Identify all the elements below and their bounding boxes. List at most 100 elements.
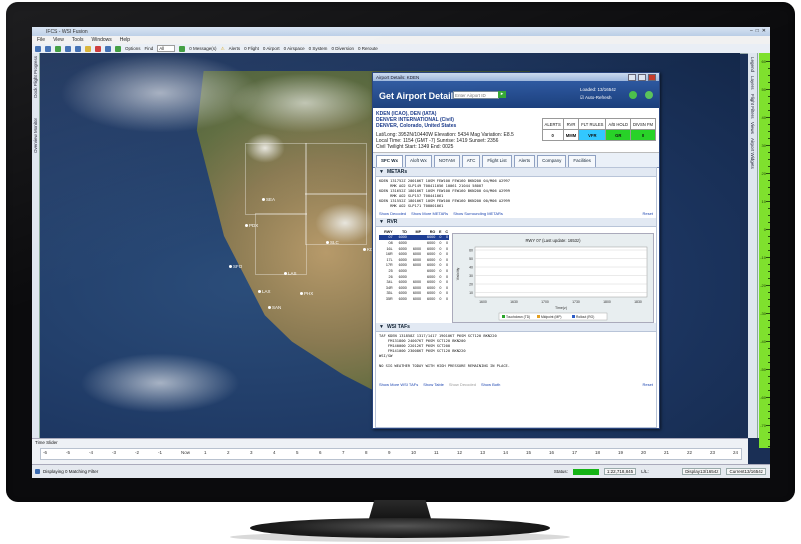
rvr-header[interactable]: ▼ RVR [376, 218, 656, 227]
ruler-minor-tick [768, 432, 770, 433]
collapse-icon[interactable]: ▼ [379, 219, 384, 225]
find-select[interactable]: All [157, 45, 176, 52]
city-label: LAX [262, 289, 271, 294]
metar-reset-link[interactable]: Reset [643, 211, 653, 216]
collapse-icon[interactable]: ▼ [379, 324, 384, 330]
tab-alerts[interactable]: Alerts [513, 155, 536, 167]
options-menu[interactable]: Options [125, 46, 141, 51]
ruler-minor-tick [768, 103, 770, 104]
metars-header[interactable]: ▼ METARs [376, 168, 656, 177]
city-marker[interactable]: PHX [300, 291, 313, 296]
tab-sfc-wx[interactable]: SFC Wx [376, 155, 404, 167]
ruler-tick [766, 89, 770, 90]
show-surrounding-metars-link[interactable]: Show Surrounding METARs [453, 211, 503, 216]
show-both-link[interactable]: Show Both [481, 382, 500, 387]
dialog-titlebar[interactable]: Airport Details: KDEN [373, 73, 659, 81]
refresh-icon[interactable] [629, 91, 637, 99]
loaded-time: Loaded: 13/1654z [580, 87, 617, 92]
time-slider-track[interactable]: -6 -5 -4 -3 -2 -1 Now 1 2 3 4 5 6 7 8 9 10 11 12 13 14 15 16 17… [40, 448, 742, 460]
rvr-row[interactable]: 34L 6000 6000 6000 0 0 [379, 279, 449, 285]
play-icon[interactable] [115, 45, 121, 52]
taf-reset-link[interactable]: Reset [643, 382, 653, 387]
dialog-minimize-icon[interactable] [628, 74, 636, 81]
show-decoded-link[interactable]: Show Decoded [379, 211, 406, 216]
ruler-label: -40 [760, 339, 766, 344]
city-marker[interactable]: SAN [268, 305, 281, 310]
messages-count[interactable]: 0 Message(s) [189, 46, 216, 51]
airspace-count[interactable]: 0 Airspace [284, 46, 305, 51]
tab-notam[interactable]: NOTAM [433, 155, 460, 167]
time-tick-label: 11 [434, 450, 439, 455]
rvr-row[interactable]: 17R 6000 6000 6000 0 0 [379, 263, 449, 269]
tab-aloft-wx[interactable]: Aloft Wx [405, 155, 432, 167]
city-marker[interactable]: LAS [284, 271, 297, 276]
city-marker[interactable]: SEA [262, 197, 275, 202]
tab-company[interactable]: Company [537, 155, 567, 167]
auto-refresh-checkbox[interactable]: ☑ Auto-Refresh [580, 95, 612, 101]
menu-item-help[interactable]: Help [120, 37, 130, 43]
menu-item-file[interactable]: File [37, 37, 45, 43]
tab-airport-widgets[interactable]: Airport Widgets [750, 138, 755, 169]
dialog-close-icon[interactable] [648, 74, 656, 81]
minimize-icon[interactable]: – [750, 28, 753, 34]
rvr-row[interactable]: 34R 6000 6000 6000 0 0 [379, 285, 449, 291]
tab-layers[interactable]: Layers [750, 76, 755, 90]
airport-id-input[interactable] [453, 91, 499, 99]
tab-dock-flight-progress[interactable]: Dock Flight Progress [33, 56, 38, 98]
reroute-count[interactable]: 0 Reroute [358, 46, 378, 51]
tab-views[interactable]: Views [750, 122, 755, 134]
show-table-link[interactable]: Show Table [423, 382, 444, 387]
tab-legend[interactable]: Legend [750, 57, 755, 72]
go-button[interactable]: ▸ [498, 91, 506, 98]
ruler-minor-tick [768, 159, 770, 160]
messages-icon[interactable] [179, 45, 186, 52]
tafs-header[interactable]: ▼ WSI TAFs [376, 323, 656, 332]
rvr-y-tick: 60 [469, 248, 473, 252]
city-marker[interactable]: PDX [245, 223, 258, 228]
show-decoded-link[interactable]: Show Decoded [449, 382, 476, 387]
airport-count[interactable]: 0 Airport [263, 46, 280, 51]
city-marker[interactable]: SFO [229, 264, 242, 269]
dialog-maximize-icon[interactable] [638, 74, 646, 81]
ruler-minor-tick [768, 306, 770, 307]
flag-header: A/B HOLD [605, 118, 631, 130]
save-icon[interactable] [35, 45, 41, 52]
maximize-icon[interactable]: □ [756, 28, 759, 34]
menu-item-view[interactable]: View [53, 37, 64, 43]
help-icon[interactable] [645, 91, 653, 99]
zoom-out-icon[interactable] [75, 45, 81, 52]
taf-text: TAF KDEN 131858Z 1317/1417 19010KT P6SM … [376, 332, 656, 380]
flight-count[interactable]: 0 Flight [244, 46, 259, 51]
ruler-minor-tick [768, 208, 770, 209]
city-marker[interactable]: LAX [258, 289, 271, 294]
rvr-row[interactable]: 35L 6000 6000 6000 0 0 [379, 291, 449, 297]
rvr-row[interactable]: 35R 6000 6000 6000 0 0 [379, 296, 449, 302]
flag-header: FLT RULES [578, 118, 607, 130]
measure-icon[interactable] [85, 45, 91, 52]
tab-flight-list[interactable]: Flight List [482, 155, 512, 167]
zoom-in-icon[interactable] [65, 45, 71, 52]
layer-icon[interactable] [105, 45, 111, 52]
menu-item-windows[interactable]: Windows [92, 37, 112, 43]
menu-item-tools[interactable]: Tools [72, 37, 84, 43]
draw-icon[interactable] [95, 45, 101, 52]
show-more-tafs-link[interactable]: Show More WSI TAFs [379, 382, 418, 387]
open-icon[interactable] [45, 45, 51, 52]
rvr-row[interactable]: 16R 6000 6000 6000 0 0 [379, 251, 449, 257]
tab-facilities[interactable]: Facilities [568, 155, 596, 167]
alerts-label[interactable]: Alerts [229, 46, 241, 51]
tab-atc[interactable]: ATC [461, 155, 481, 167]
tab-flight-filters[interactable]: Flight Filters [750, 94, 755, 119]
status-label: Status: [553, 469, 568, 474]
close-icon[interactable]: ✕ [762, 28, 766, 34]
system-count[interactable]: 0 System [309, 46, 328, 51]
rvr-row[interactable]: 16L 6000 6000 6000 0 0 [379, 246, 449, 252]
city-marker[interactable]: SLC [326, 240, 339, 245]
refresh-icon[interactable] [55, 45, 61, 52]
sfc-wx-panel[interactable]: ▼ METARs KDEN 131752Z 20010KT 10SM FEW10… [375, 167, 657, 428]
collapse-icon[interactable]: ▼ [379, 169, 384, 175]
show-more-metars-link[interactable]: Show More METARs [411, 211, 448, 216]
tab-overview-monitor[interactable]: Overview Monitor [33, 118, 38, 153]
rvr-row[interactable]: 17L 6000 6000 6000 0 0 [379, 257, 449, 263]
diversion-count[interactable]: 0 Diversion [331, 46, 354, 51]
